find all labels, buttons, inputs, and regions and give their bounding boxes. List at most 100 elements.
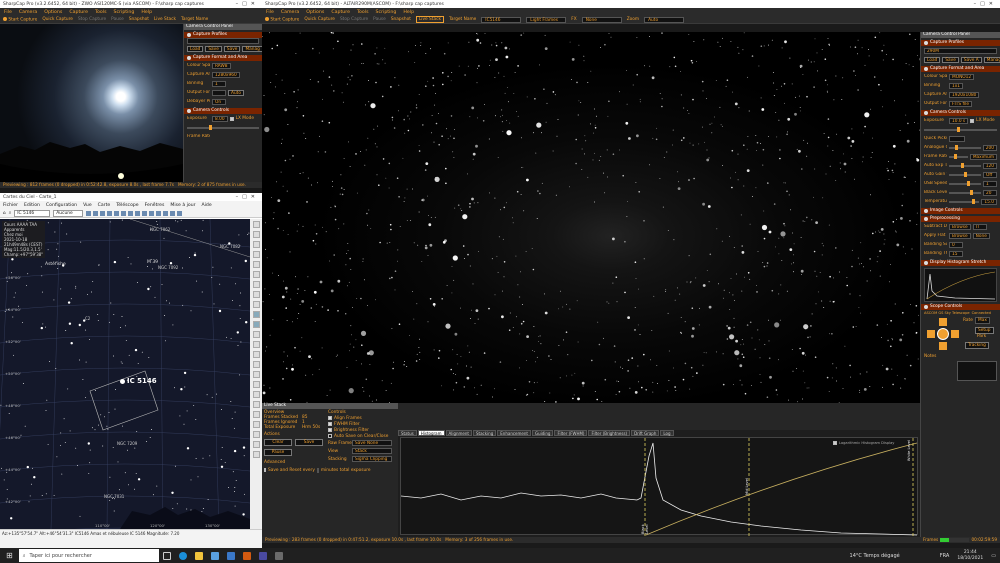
tab-histogram[interactable]: Histogram: [417, 430, 445, 436]
menu-carte[interactable]: Carte: [98, 203, 111, 208]
binning-value[interactable]: 1x1: [949, 82, 964, 89]
cdc-side-tool-icon[interactable]: [252, 281, 260, 288]
profile-select[interactable]: 290M: [924, 47, 997, 54]
zoom-select[interactable]: Auto: [644, 16, 685, 23]
cdc-tool-icon[interactable]: [149, 210, 155, 216]
analogue-gain-slider[interactable]: [949, 145, 981, 150]
tab-stacking[interactable]: Stacking: [473, 430, 497, 436]
setup-button[interactable]: Setup: [975, 327, 994, 334]
cdc-tool-icon[interactable]: [114, 210, 120, 216]
banding-suppression-value[interactable]: 0: [949, 241, 963, 248]
cdc-side-tool-icon[interactable]: [252, 271, 260, 278]
cdc-side-tool-icon[interactable]: [252, 381, 260, 388]
tab-enhancement[interactable]: Enhancement: [497, 430, 531, 436]
menu-file[interactable]: File: [4, 10, 12, 15]
image-controls-header[interactable]: Image Controls: [921, 208, 1000, 214]
snapshot-button[interactable]: Snapshot: [129, 17, 149, 22]
sharpcap-icon[interactable]: [242, 551, 251, 560]
target-name-input[interactable]: IC5146: [481, 16, 522, 23]
cdc-side-tool-icon[interactable]: [252, 441, 260, 448]
pause-button[interactable]: Pause: [373, 17, 386, 22]
auto-exp-target-slider[interactable]: [949, 163, 981, 168]
profile-save-button[interactable]: Save: [205, 45, 222, 52]
cdc-side-tool-icon[interactable]: [252, 291, 260, 298]
arrow-left-icon[interactable]: [927, 330, 935, 338]
save-reset-checkbox[interactable]: Save and Reset every minutes total exposu…: [264, 467, 371, 473]
log-histogram-checkbox[interactable]: Logarithmic Histogram Display: [833, 440, 894, 446]
cdc-side-tool-icon[interactable]: [252, 331, 260, 338]
windows-start-icon[interactable]: ⊞: [6, 551, 13, 560]
tab-filter-brightness-[interactable]: Filter (Brightness): [588, 430, 631, 436]
frame-type-select[interactable]: Light Frames: [526, 16, 567, 23]
cdc-tool-icon[interactable]: [93, 210, 99, 216]
menu-help[interactable]: Help: [141, 10, 152, 15]
lx-mode-checkbox[interactable]: LX Mode: [970, 118, 995, 124]
auto-gain-with-auto-exposure-value[interactable]: Off: [983, 171, 997, 178]
mid-level-marker[interactable]: Mid Level: [745, 478, 749, 495]
arrow-up-icon[interactable]: [939, 318, 947, 326]
menu-configuration[interactable]: Configuration: [46, 203, 77, 208]
white-level-marker[interactable]: White Level: [907, 440, 911, 461]
tab-log[interactable]: Log: [660, 430, 674, 436]
explorer-icon[interactable]: [194, 551, 203, 560]
cdc-side-tool-icon[interactable]: [252, 341, 260, 348]
cdc-tool-icon[interactable]: [142, 210, 148, 216]
output-format-auto-button[interactable]: Auto: [228, 89, 244, 96]
scope-dpad[interactable]: [927, 318, 959, 350]
menu-edition[interactable]: Edition: [24, 203, 40, 208]
menu-aide[interactable]: Aide: [202, 203, 212, 208]
pause-button[interactable]: Pause: [111, 17, 124, 22]
cdc-icon[interactable]: [258, 551, 267, 560]
live-stack-image[interactable]: [262, 32, 920, 403]
menu-tools[interactable]: Tools: [357, 10, 369, 15]
menu-tools[interactable]: Tools: [95, 10, 107, 15]
stop-capture-button[interactable]: Stop Capture: [340, 17, 368, 22]
profile-load-button[interactable]: Load: [924, 56, 941, 63]
cdc-side-tool-icon[interactable]: [252, 401, 260, 408]
task-view-icon[interactable]: [162, 551, 171, 560]
frame-rate-limit-value[interactable]: Maximum: [969, 153, 997, 160]
tab-alignment[interactable]: Alignment: [445, 430, 472, 436]
window-controls[interactable]: –□✕: [236, 1, 259, 7]
menu-fichier[interactable]: Fichier: [3, 203, 18, 208]
menu-options[interactable]: Options: [306, 10, 324, 15]
lx-mode-checkbox[interactable]: LX Mode: [229, 116, 254, 122]
histogram-stretch-header[interactable]: Display Histogram Stretch: [921, 260, 1000, 266]
menu-vue[interactable]: Vue: [83, 203, 92, 208]
usb-speed-value[interactable]: 1: [983, 180, 997, 187]
cdc-side-tool-icon[interactable]: [252, 311, 260, 318]
cdc-side-tool-icon[interactable]: [252, 321, 260, 328]
cdc-tool-icon[interactable]: [107, 210, 113, 216]
menu-scripting[interactable]: Scripting: [114, 10, 135, 15]
profile-manag-button[interactable]: Manag: [242, 45, 262, 52]
analogue-gain-value[interactable]: 200: [982, 144, 997, 151]
menu-fen-tres[interactable]: Fenêtres: [145, 203, 165, 208]
cdc-side-tool-icon[interactable]: [252, 391, 260, 398]
menu-file[interactable]: File: [266, 10, 274, 15]
tab-filter-fwhm-[interactable]: Filter (FWHM): [554, 430, 588, 436]
profile-select[interactable]: [187, 38, 259, 44]
auto-exp-target-value[interactable]: 120: [982, 162, 997, 169]
black-level-marker[interactable]: Black Level: [641, 518, 649, 534]
menu-scripting[interactable]: Scripting: [376, 10, 397, 15]
save-button[interactable]: Save: [295, 439, 323, 446]
right-window-controls[interactable]: –□✕: [974, 1, 997, 7]
taskbar-search[interactable]: ⌕ Taper ici pour rechercher: [18, 549, 159, 562]
exposure-slider[interactable]: [924, 127, 997, 132]
quick-picks-select[interactable]: [949, 135, 965, 142]
profile-load-button[interactable]: Load: [187, 45, 204, 52]
clock[interactable]: 21:44 18/10/2021: [957, 550, 983, 562]
cdc-side-tool-icon[interactable]: [252, 451, 260, 458]
cdc-tool-icon[interactable]: [156, 210, 162, 216]
cdc-tool-icon[interactable]: [128, 210, 134, 216]
profile-save-button[interactable]: Save: [942, 56, 959, 63]
label-m39[interactable]: M 39: [147, 260, 158, 265]
output-format-value[interactable]: [212, 89, 226, 96]
temperature-value[interactable]: 15.0: [981, 198, 997, 205]
cdc-tool-icon[interactable]: [163, 210, 169, 216]
cdc-side-tool-icon[interactable]: [252, 231, 260, 238]
black-level-value[interactable]: 20: [983, 189, 997, 196]
capture-area-value[interactable]: 1920x1080: [949, 91, 980, 98]
frame-rate-limit-slider[interactable]: [949, 154, 968, 159]
fx-select[interactable]: None: [581, 16, 622, 23]
